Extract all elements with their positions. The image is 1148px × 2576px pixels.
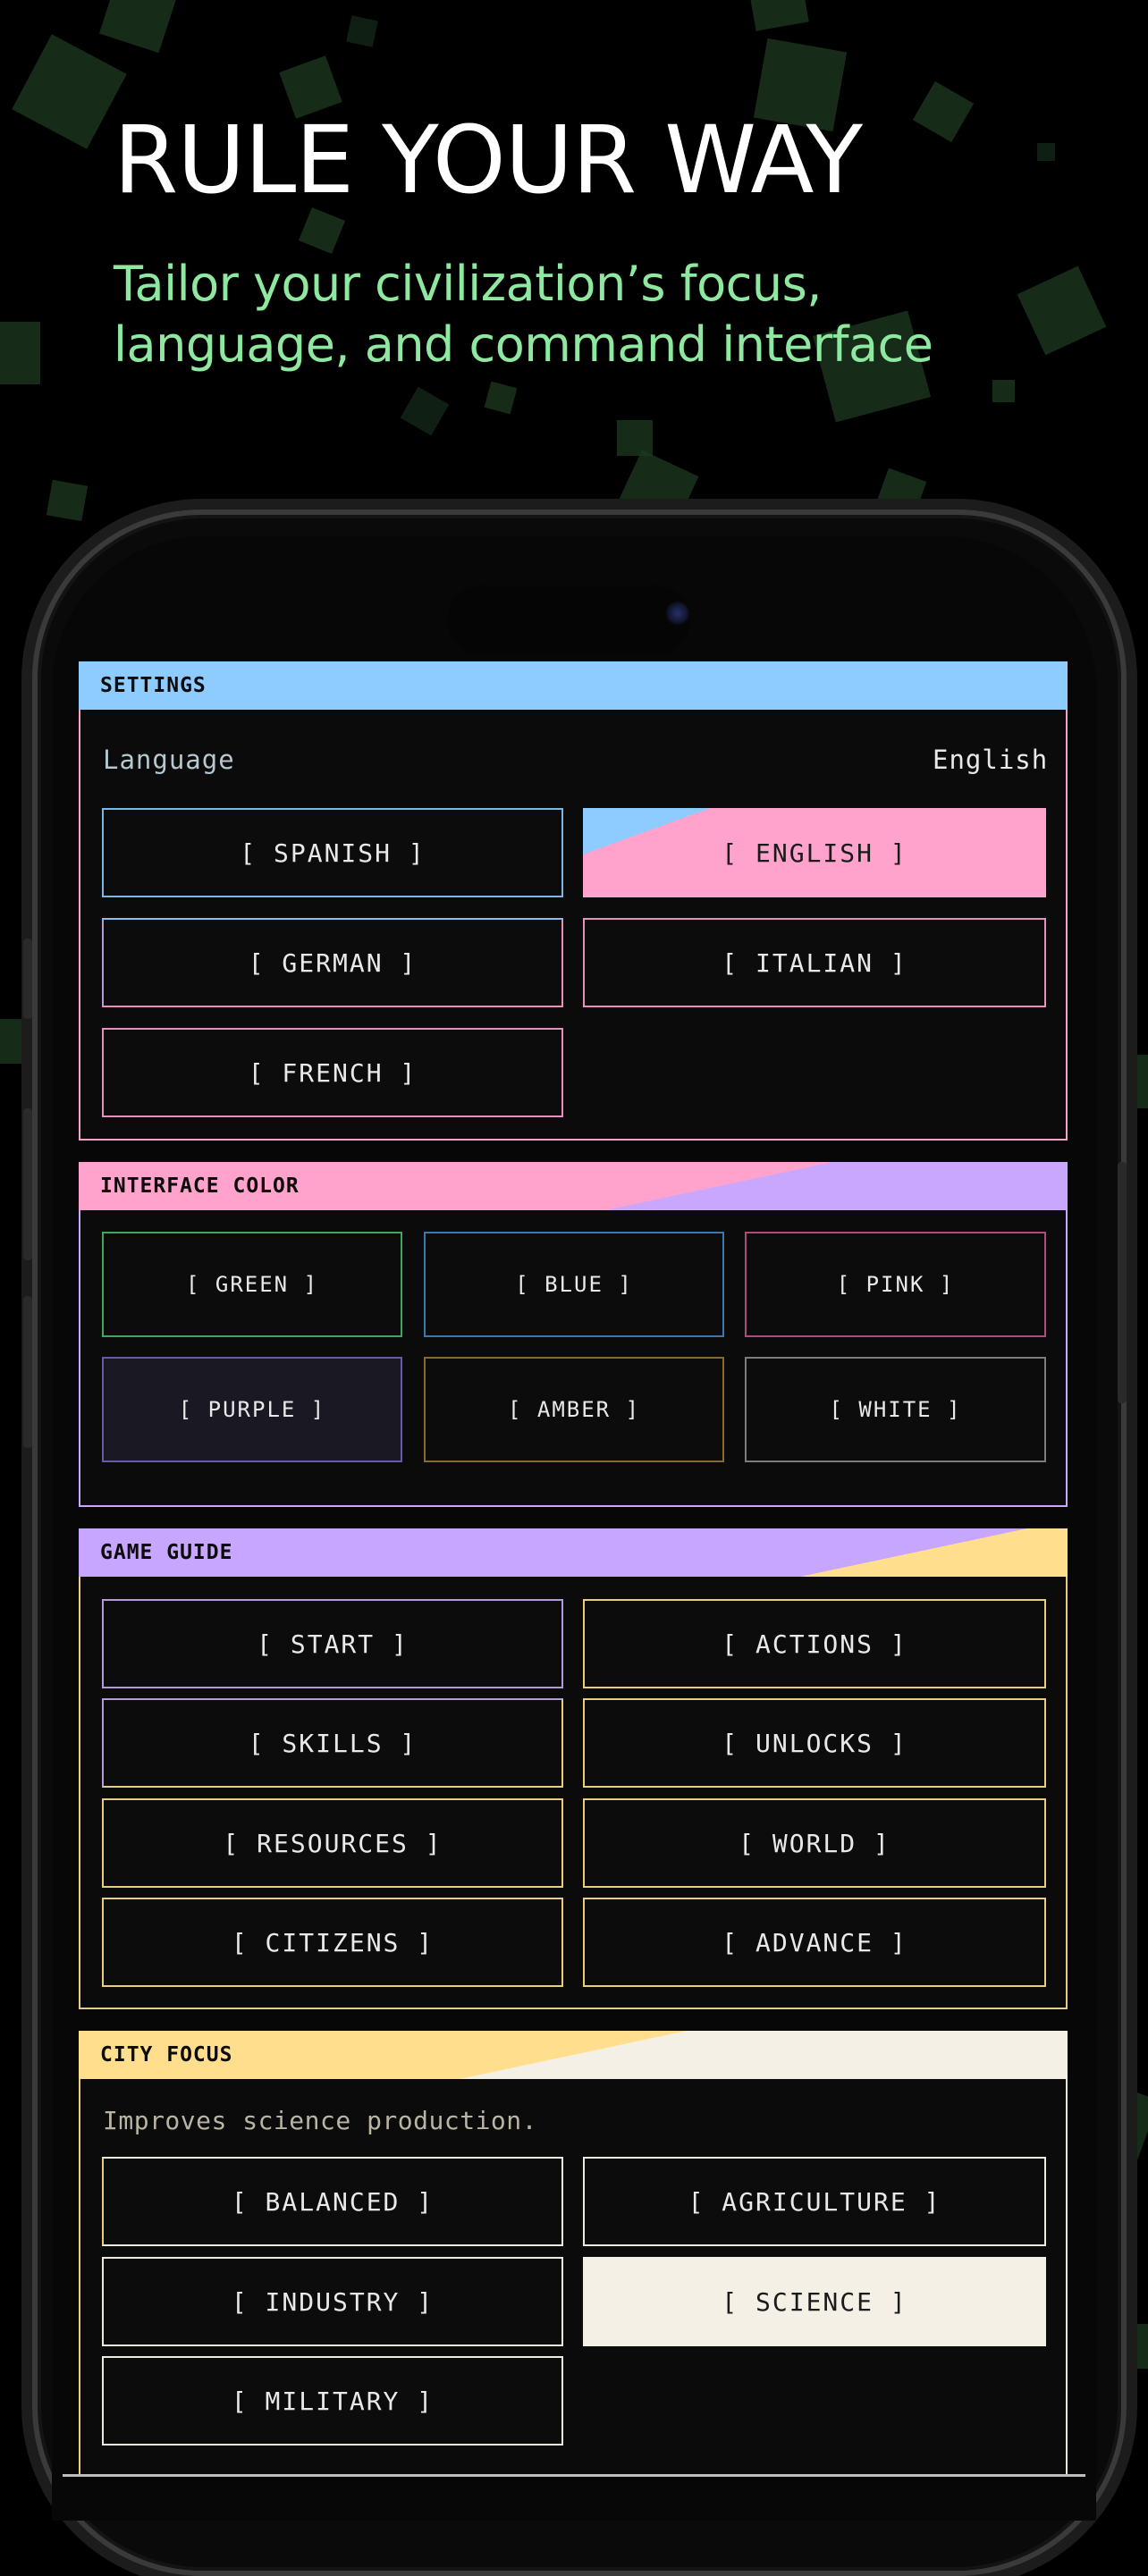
guide-advance-label: [ ADVANCE ] xyxy=(722,1927,907,1957)
focus-agriculture-button[interactable]: [ AGRICULTURE ] xyxy=(583,2157,1046,2246)
focus-military-label: [ MILITARY ] xyxy=(231,2386,435,2416)
guide-citizens-button[interactable]: [ CITIZENS ] xyxy=(102,1898,563,1987)
city-focus-header: CITY FOCUS xyxy=(79,2031,1068,2079)
camera-icon xyxy=(665,601,690,626)
focus-industry-label: [ INDUSTRY ] xyxy=(231,2286,435,2317)
phone-side-button xyxy=(1118,1162,1127,1403)
color-amber-button[interactable]: [ AMBER ] xyxy=(424,1357,724,1462)
guide-resources-button[interactable]: [ RESOURCES ] xyxy=(102,1798,563,1888)
focus-agriculture-label: [ AGRICULTURE ] xyxy=(688,2186,941,2217)
phone-side-button xyxy=(23,1296,32,1448)
city-focus-description: Improves science production. xyxy=(103,2106,538,2135)
color-pink-button[interactable]: [ PINK ] xyxy=(745,1232,1046,1337)
color-amber-label: [ AMBER ] xyxy=(507,1397,641,1422)
promo-headline: RULE YOUR WAY xyxy=(114,105,863,215)
language-french-label: [ FRENCH ] xyxy=(248,1057,418,1088)
color-purple-label: [ PURPLE ] xyxy=(178,1397,326,1422)
promo-subhead: Tailor your civilization’s focus, langua… xyxy=(114,256,933,373)
guide-actions-button[interactable]: [ ACTIONS ] xyxy=(583,1599,1046,1688)
color-blue-label: [ BLUE ] xyxy=(515,1272,633,1297)
game-guide-header: GAME GUIDE xyxy=(79,1528,1068,1577)
guide-unlocks-button[interactable]: [ UNLOCKS ] xyxy=(583,1698,1046,1788)
focus-industry-button[interactable]: [ INDUSTRY ] xyxy=(102,2257,563,2346)
game-guide-title: GAME GUIDE xyxy=(100,1541,233,1564)
settings-title: SETTINGS xyxy=(100,674,207,697)
language-english-button[interactable]: [ ENGLISH ] xyxy=(583,808,1046,897)
guide-world-button[interactable]: [ WORLD ] xyxy=(583,1798,1046,1888)
guide-resources-label: [ RESOURCES ] xyxy=(223,1828,443,1858)
phone-side-button xyxy=(23,1108,32,1260)
language-german-label: [ GERMAN ] xyxy=(248,947,418,978)
interface-color-header: INTERFACE COLOR xyxy=(79,1162,1068,1210)
guide-world-label: [ WORLD ] xyxy=(739,1828,891,1858)
color-white-button[interactable]: [ WHITE ] xyxy=(745,1357,1046,1462)
color-white-label: [ WHITE ] xyxy=(829,1397,962,1422)
focus-balanced-button[interactable]: [ BALANCED ] xyxy=(102,2157,563,2246)
guide-unlocks-label: [ UNLOCKS ] xyxy=(722,1728,907,1758)
dynamic-island xyxy=(447,585,690,655)
language-english-label: [ ENGLISH ] xyxy=(722,838,907,868)
language-french-button[interactable]: [ FRENCH ] xyxy=(102,1028,563,1117)
guide-skills-button[interactable]: [ SKILLS ] xyxy=(102,1698,563,1788)
color-purple-button[interactable]: [ PURPLE ] xyxy=(102,1357,402,1462)
focus-science-button[interactable]: [ SCIENCE ] xyxy=(583,2257,1046,2346)
phone-side-button xyxy=(23,939,32,1019)
color-pink-label: [ PINK ] xyxy=(836,1272,955,1297)
language-label: Language xyxy=(103,745,235,775)
focus-balanced-label: [ BALANCED ] xyxy=(231,2186,435,2217)
settings-header: SETTINGS xyxy=(79,661,1068,710)
language-value: English xyxy=(933,745,1049,775)
guide-citizens-label: [ CITIZENS ] xyxy=(231,1927,435,1957)
language-spanish-label: [ SPANISH ] xyxy=(240,838,426,868)
color-green-label: [ GREEN ] xyxy=(185,1272,319,1297)
guide-actions-label: [ ACTIONS ] xyxy=(722,1629,907,1659)
language-spanish-button[interactable]: [ SPANISH ] xyxy=(102,808,563,897)
guide-skills-label: [ SKILLS ] xyxy=(248,1728,418,1758)
interface-color-title: INTERFACE COLOR xyxy=(100,1174,300,1198)
focus-military-button[interactable]: [ MILITARY ] xyxy=(102,2356,563,2446)
color-blue-button[interactable]: [ BLUE ] xyxy=(424,1232,724,1337)
color-green-button[interactable]: [ GREEN ] xyxy=(102,1232,402,1337)
language-italian-button[interactable]: [ ITALIAN ] xyxy=(583,918,1046,1007)
language-italian-label: [ ITALIAN ] xyxy=(722,947,907,978)
screen-bottom-edge xyxy=(63,2474,1085,2477)
focus-science-label: [ SCIENCE ] xyxy=(722,2286,907,2317)
city-focus-title: CITY FOCUS xyxy=(100,2043,233,2067)
language-german-button[interactable]: [ GERMAN ] xyxy=(102,918,563,1007)
guide-start-button[interactable]: [ START ] xyxy=(102,1599,563,1688)
guide-advance-button[interactable]: [ ADVANCE ] xyxy=(583,1898,1046,1987)
guide-start-label: [ START ] xyxy=(257,1629,409,1659)
